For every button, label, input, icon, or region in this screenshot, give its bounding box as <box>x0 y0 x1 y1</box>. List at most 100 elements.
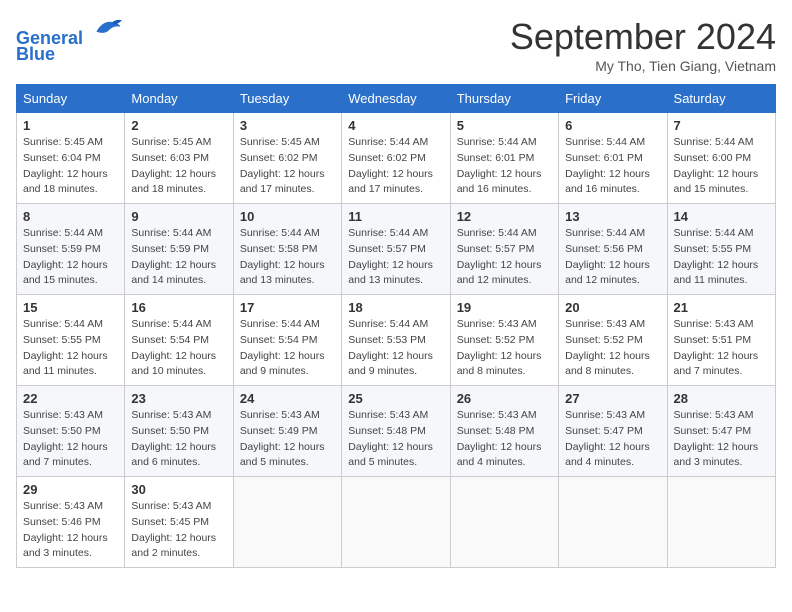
calendar-header-row: SundayMondayTuesdayWednesdayThursdayFrid… <box>17 85 776 113</box>
calendar-cell: 11 Sunrise: 5:44 AMSunset: 5:57 PMDayligh… <box>342 204 450 295</box>
day-number: 3 <box>240 118 335 133</box>
calendar-cell: 9Sunrise: 5:44 AMSunset: 5:59 PMDaylight… <box>125 204 233 295</box>
day-info: Sunrise: 5:45 AMSunset: 6:04 PMDaylight:… <box>23 135 118 198</box>
day-number: 22 <box>23 391 118 406</box>
calendar-cell: 26 Sunrise: 5:43 AMSunset: 5:48 PMDayligh… <box>450 386 558 477</box>
calendar-cell: 29 Sunrise: 5:43 AMSunset: 5:46 PMDayligh… <box>17 477 125 568</box>
weekday-header-tuesday: Tuesday <box>233 85 341 113</box>
day-info: Sunrise: 5:44 AMSunset: 5:55 PMDaylight:… <box>23 317 118 380</box>
calendar-cell: 10 Sunrise: 5:44 AMSunset: 5:58 PMDayligh… <box>233 204 341 295</box>
calendar-week-row: 29 Sunrise: 5:43 AMSunset: 5:46 PMDayligh… <box>17 477 776 568</box>
month-title: September 2024 <box>510 16 776 58</box>
day-number: 18 <box>348 300 443 315</box>
calendar-cell: 5Sunrise: 5:44 AMSunset: 6:01 PMDaylight… <box>450 113 558 204</box>
day-number: 5 <box>457 118 552 133</box>
day-info: Sunrise: 5:44 AMSunset: 5:59 PMDaylight:… <box>23 226 118 289</box>
day-info: Sunrise: 5:43 AMSunset: 5:48 PMDaylight:… <box>348 408 443 471</box>
day-number: 23 <box>131 391 226 406</box>
weekday-header-sunday: Sunday <box>17 85 125 113</box>
day-number: 10 <box>240 209 335 224</box>
day-number: 29 <box>23 482 118 497</box>
day-number: 11 <box>348 209 443 224</box>
title-block: September 2024 My Tho, Tien Giang, Vietn… <box>510 16 776 74</box>
day-info: Sunrise: 5:43 AMSunset: 5:51 PMDaylight:… <box>674 317 769 380</box>
day-number: 8 <box>23 209 118 224</box>
day-info: Sunrise: 5:43 AMSunset: 5:46 PMDaylight:… <box>23 499 118 562</box>
calendar-cell: 30 Sunrise: 5:43 AMSunset: 5:45 PMDayligh… <box>125 477 233 568</box>
calendar-cell <box>233 477 341 568</box>
day-info: Sunrise: 5:43 AMSunset: 5:49 PMDaylight:… <box>240 408 335 471</box>
calendar-week-row: 22 Sunrise: 5:43 AMSunset: 5:50 PMDayligh… <box>17 386 776 477</box>
day-number: 4 <box>348 118 443 133</box>
calendar-cell: 1 Sunrise: 5:45 AMSunset: 6:04 PMDaylight… <box>17 113 125 204</box>
calendar-cell <box>559 477 667 568</box>
calendar-table: SundayMondayTuesdayWednesdayThursdayFrid… <box>16 84 776 568</box>
calendar-cell: 23 Sunrise: 5:43 AMSunset: 5:50 PMDayligh… <box>125 386 233 477</box>
calendar-week-row: 8 Sunrise: 5:44 AMSunset: 5:59 PMDaylight… <box>17 204 776 295</box>
calendar-cell: 22 Sunrise: 5:43 AMSunset: 5:50 PMDayligh… <box>17 386 125 477</box>
weekday-header-thursday: Thursday <box>450 85 558 113</box>
day-info: Sunrise: 5:43 AMSunset: 5:48 PMDaylight:… <box>457 408 552 471</box>
logo: General Blue <box>16 16 122 65</box>
weekday-header-wednesday: Wednesday <box>342 85 450 113</box>
calendar-cell: 21 Sunrise: 5:43 AMSunset: 5:51 PMDayligh… <box>667 295 775 386</box>
calendar-cell <box>342 477 450 568</box>
day-number: 28 <box>674 391 769 406</box>
calendar-cell <box>667 477 775 568</box>
calendar-cell: 18 Sunrise: 5:44 AMSunset: 5:53 PMDayligh… <box>342 295 450 386</box>
weekday-header-saturday: Saturday <box>667 85 775 113</box>
calendar-cell: 19 Sunrise: 5:43 AMSunset: 5:52 PMDayligh… <box>450 295 558 386</box>
day-number: 14 <box>674 209 769 224</box>
calendar-cell: 3 Sunrise: 5:45 AMSunset: 6:02 PMDaylight… <box>233 113 341 204</box>
calendar-cell: 17 Sunrise: 5:44 AMSunset: 5:54 PMDayligh… <box>233 295 341 386</box>
day-info: Sunrise: 5:43 AMSunset: 5:45 PMDaylight:… <box>131 499 226 562</box>
day-info: Sunrise: 5:44 AMSunset: 5:57 PMDaylight:… <box>457 226 552 289</box>
calendar-cell: 4 Sunrise: 5:44 AMSunset: 6:02 PMDaylight… <box>342 113 450 204</box>
day-info: Sunrise: 5:44 AMSunset: 6:00 PMDaylight:… <box>674 135 769 198</box>
day-info: Sunrise: 5:44 AMSunset: 5:53 PMDaylight:… <box>348 317 443 380</box>
calendar-cell: 13Sunrise: 5:44 AMSunset: 5:56 PMDayligh… <box>559 204 667 295</box>
day-info: Sunrise: 5:43 AMSunset: 5:47 PMDaylight:… <box>565 408 660 471</box>
day-info: Sunrise: 5:44 AMSunset: 6:02 PMDaylight:… <box>348 135 443 198</box>
location-subtitle: My Tho, Tien Giang, Vietnam <box>510 58 776 74</box>
calendar-cell <box>450 477 558 568</box>
calendar-cell: 16Sunrise: 5:44 AMSunset: 5:54 PMDayligh… <box>125 295 233 386</box>
day-info: Sunrise: 5:44 AMSunset: 6:01 PMDaylight:… <box>565 135 660 198</box>
day-number: 20 <box>565 300 660 315</box>
calendar-cell: 8 Sunrise: 5:44 AMSunset: 5:59 PMDaylight… <box>17 204 125 295</box>
day-info: Sunrise: 5:43 AMSunset: 5:50 PMDaylight:… <box>131 408 226 471</box>
calendar-week-row: 15 Sunrise: 5:44 AMSunset: 5:55 PMDayligh… <box>17 295 776 386</box>
day-number: 21 <box>674 300 769 315</box>
day-info: Sunrise: 5:44 AMSunset: 5:57 PMDaylight:… <box>348 226 443 289</box>
day-number: 7 <box>674 118 769 133</box>
day-number: 1 <box>23 118 118 133</box>
day-info: Sunrise: 5:44 AMSunset: 5:54 PMDaylight:… <box>240 317 335 380</box>
day-info: Sunrise: 5:43 AMSunset: 5:47 PMDaylight:… <box>674 408 769 471</box>
calendar-cell: 28 Sunrise: 5:43 AMSunset: 5:47 PMDayligh… <box>667 386 775 477</box>
day-number: 26 <box>457 391 552 406</box>
day-number: 24 <box>240 391 335 406</box>
weekday-header-friday: Friday <box>559 85 667 113</box>
calendar-cell: 27 Sunrise: 5:43 AMSunset: 5:47 PMDayligh… <box>559 386 667 477</box>
day-number: 6 <box>565 118 660 133</box>
calendar-cell: 15 Sunrise: 5:44 AMSunset: 5:55 PMDayligh… <box>17 295 125 386</box>
day-number: 19 <box>457 300 552 315</box>
day-info: Sunrise: 5:45 AMSunset: 6:02 PMDaylight:… <box>240 135 335 198</box>
day-info: Sunrise: 5:44 AMSunset: 5:58 PMDaylight:… <box>240 226 335 289</box>
day-info: Sunrise: 5:43 AMSunset: 5:52 PMDaylight:… <box>457 317 552 380</box>
logo-bird-icon <box>90 16 122 44</box>
day-number: 30 <box>131 482 226 497</box>
day-number: 27 <box>565 391 660 406</box>
day-info: Sunrise: 5:45 AMSunset: 6:03 PMDaylight:… <box>131 135 226 198</box>
day-number: 16 <box>131 300 226 315</box>
day-info: Sunrise: 5:43 AMSunset: 5:50 PMDaylight:… <box>23 408 118 471</box>
day-number: 9 <box>131 209 226 224</box>
page-header: General Blue September 2024 My Tho, Tien… <box>16 16 776 74</box>
day-number: 15 <box>23 300 118 315</box>
day-info: Sunrise: 5:44 AMSunset: 5:55 PMDaylight:… <box>674 226 769 289</box>
calendar-cell: 7 Sunrise: 5:44 AMSunset: 6:00 PMDaylight… <box>667 113 775 204</box>
calendar-cell: 14 Sunrise: 5:44 AMSunset: 5:55 PMDayligh… <box>667 204 775 295</box>
day-number: 17 <box>240 300 335 315</box>
day-info: Sunrise: 5:43 AMSunset: 5:52 PMDaylight:… <box>565 317 660 380</box>
calendar-cell: 6 Sunrise: 5:44 AMSunset: 6:01 PMDaylight… <box>559 113 667 204</box>
